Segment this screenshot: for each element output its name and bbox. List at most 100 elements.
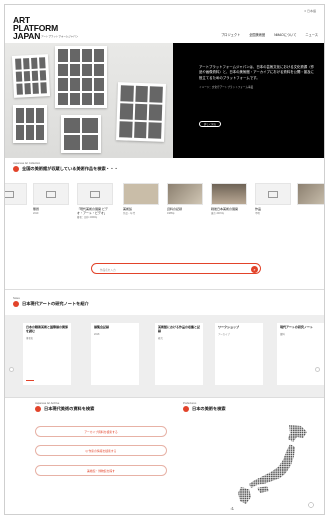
book-meta: 2019: [33, 211, 39, 215]
book-cover: [297, 183, 324, 205]
book-item[interactable]: 美術館 作品・年代: [123, 183, 159, 215]
collection-section-header: Japanese Art Collection 全国の美術館が収蔵している美術作…: [13, 162, 323, 172]
book-cover: [211, 183, 247, 205]
search-placeholder: 作品名を入力: [100, 268, 116, 272]
hero: アートプラットフォームジャパンは、日本の芸術文化における文化資源（作品や画像資料…: [5, 43, 324, 158]
hero-image: [5, 43, 173, 158]
note-card[interactable]: 現代アートの研究ノート 資料: [277, 323, 324, 385]
nav-item-news[interactable]: ニュース: [305, 32, 318, 37]
archive-title-text: 日本現代美術の資料を検索: [44, 406, 95, 411]
hero-text-block: アートプラットフォームジャパンは、日本の芸術文化における文化資源（作品や画像資料…: [199, 65, 317, 89]
archive-search-button[interactable]: アーカイブ資料を検索する: [35, 426, 167, 437]
collection-section-en: Japanese Art Collection: [13, 162, 41, 165]
book-item[interactable]: 無題 2019: [33, 183, 69, 215]
note-title: 展覧会記録: [94, 325, 110, 329]
hero-panel: アートプラットフォームジャパンは、日本の芸術文化における文化資源（作品や画像資料…: [173, 43, 324, 158]
archive-section-header: Japanese Art Archive 日本現代美術の資料を検索: [35, 402, 185, 412]
book-meta: 2019: [5, 212, 27, 215]
honshu-shape: [249, 444, 295, 488]
note-title: ワークショップ: [218, 325, 240, 329]
nav-item-projects[interactable]: プロジェクト: [221, 32, 240, 37]
note-meta: 筆者名: [26, 336, 34, 340]
note-card[interactable]: 展覧会記録 2018: [91, 323, 139, 385]
book-item[interactable]: 戦後日本美術の展開 東京 2015年: [211, 183, 247, 215]
book-cover: [167, 183, 203, 205]
map-section-header: Prefectures 日本の美術を検索: [183, 402, 313, 412]
carousel-next-arrow-icon[interactable]: [315, 367, 320, 372]
collection-carousel: 無題 2019 無題 2019 「現代美術の展開 ビデオ・アート・ビデオ」 著者…: [5, 183, 324, 243]
catalog-page: [11, 54, 51, 98]
hokkaido-shape: [288, 425, 307, 442]
page: ≡ 日本語 ART PLATFORM JAPAN アートプラットフォームジャパン…: [4, 4, 325, 515]
japan-map[interactable]: [227, 423, 317, 513]
note-title: 日本の戦後美術と国際展の関係を読む: [26, 325, 69, 333]
image-placeholder-icon: [5, 190, 14, 198]
book-cover: [77, 183, 113, 205]
section-dot-icon: [183, 406, 189, 412]
section-dot-icon: [13, 301, 19, 307]
book-cover: [255, 183, 291, 205]
image-placeholder-icon: [46, 190, 56, 198]
book-item[interactable]: 資料の記録 1988年: [167, 183, 203, 215]
hero-description: アートプラットフォームジャパンは、日本の芸術文化における文化資源（作品や画像資料…: [199, 65, 314, 80]
notes-carousel: 日本の戦後美術と国際展の関係を読む 筆者名 展覧会記録 2018 美術館における…: [5, 315, 324, 397]
note-card[interactable]: ワークショップ アーカイブ: [215, 323, 263, 385]
note-title: 現代アートの研究ノート: [280, 325, 313, 329]
kyushu-shape: [238, 487, 251, 504]
artist-search-button[interactable]: Q 作家の情報を検索する: [35, 445, 167, 456]
museum-search-button[interactable]: 美術館・博物館を探す: [35, 465, 167, 476]
book-item[interactable]: 無題 2019: [5, 183, 27, 215]
logo-tagline: アートプラットフォームジャパン: [41, 35, 79, 38]
section-divider: [5, 289, 324, 290]
book-meta: 著者：田中 2000年: [77, 215, 98, 219]
okinawa-shape: [230, 507, 234, 510]
book-cover: [123, 183, 159, 205]
book-item[interactable]: 「現代美術の展開 ビデオ・アート・ビデオ」 著者：田中 2000年: [77, 183, 113, 219]
notes-title-text: 日本現代アートの研究ノートを紹介: [22, 301, 89, 306]
book-meta: 作品・年代: [123, 211, 135, 215]
catalog-page: [13, 105, 47, 143]
catalog-page: [116, 82, 166, 142]
nav-item-about[interactable]: NMAOについて: [274, 32, 296, 37]
book-meta: 1988年: [167, 211, 175, 215]
section-dot-icon: [13, 166, 19, 172]
nav-item-museums[interactable]: 全国美術館: [249, 32, 265, 37]
note-title: 美術館における作品の収集と記録: [158, 325, 201, 333]
archive-section-en: Japanese Art Archive: [35, 402, 60, 405]
book-meta: 不明: [255, 211, 260, 215]
notes-section-title: 日本現代アートの研究ノートを紹介: [13, 301, 323, 307]
book-item[interactable]: [297, 183, 324, 205]
image-placeholder-icon: [268, 190, 278, 198]
site-logo[interactable]: ART PLATFORM JAPAN アートプラットフォームジャパン: [13, 16, 78, 41]
image-placeholder-icon: [90, 190, 100, 198]
map-section-title: 日本の美術を検索: [183, 406, 313, 412]
archive-section-title: 日本現代美術の資料を検索: [35, 406, 185, 412]
carousel-prev-arrow-icon[interactable]: [9, 367, 14, 372]
catalog-page: [61, 115, 101, 153]
notes-section-header: Notes 日本現代アートの研究ノートを紹介: [13, 297, 323, 307]
section-divider: [5, 397, 324, 398]
catalog-page: [55, 46, 107, 108]
note-card[interactable]: 美術館における作品の収集と記録 研究: [155, 323, 203, 385]
book-title: 「現代美術の展開 ビデオ・アート・ビデオ」: [77, 207, 108, 215]
book-item[interactable]: 作品 不明: [255, 183, 291, 215]
note-accent-bar: [26, 380, 34, 381]
book-cover: [33, 183, 69, 205]
book-cover: [5, 183, 27, 205]
hero-caption: イメージ：文化庁アートプラットフォーム事業: [199, 86, 254, 90]
note-meta: 資料: [280, 332, 285, 336]
collection-section-title: 全国の美術館が収蔵している美術作品を検索・・・: [13, 166, 323, 172]
note-meta: 研究: [158, 336, 163, 340]
note-card[interactable]: 日本の戦後美術と国際展の関係を読む 筆者名: [23, 323, 71, 385]
notes-section-en: Notes: [13, 297, 20, 300]
collection-title-text: 全国の美術館が収蔵している美術作品を検索・・・: [22, 166, 119, 171]
note-meta: アーカイブ: [218, 332, 230, 336]
hero-more-button[interactable]: 詳しく見る: [199, 121, 221, 127]
collection-search-input[interactable]: 作品名を入力 ⌕: [91, 263, 261, 274]
language-selector[interactable]: ≡ 日本語: [304, 9, 316, 13]
map-section-en: Prefectures: [183, 402, 197, 405]
map-zoom-icon: [308, 502, 314, 508]
search-icon[interactable]: ⌕: [251, 265, 258, 273]
note-meta: 2018: [94, 332, 100, 336]
main-nav: プロジェクト 全国美術館 NMAOについて ニュース: [221, 32, 318, 37]
